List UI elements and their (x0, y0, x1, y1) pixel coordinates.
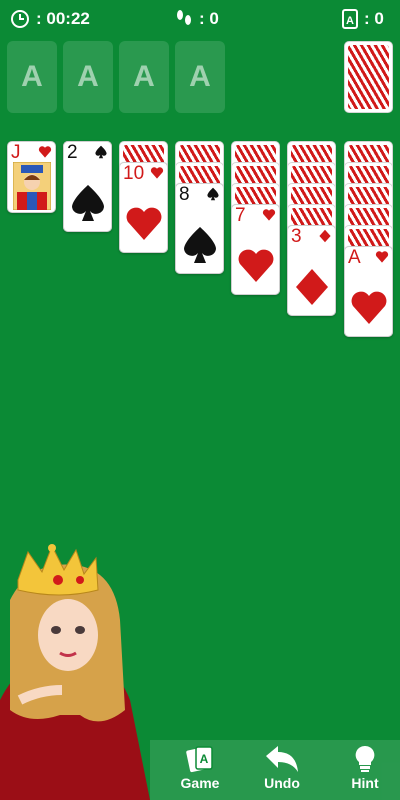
card-rank: A (348, 247, 361, 268)
heart-icon (150, 167, 164, 179)
card-10-hearts[interactable]: 10 (119, 162, 168, 253)
foundation-label: A (189, 60, 211, 93)
diamond-icon (295, 269, 328, 305)
heart-icon (238, 249, 273, 282)
footprints-icon (177, 10, 191, 25)
timer: : 00:22 (10, 6, 90, 32)
heart-icon (38, 146, 52, 158)
heart-icon (351, 291, 386, 324)
hint-label: Hint (351, 775, 379, 791)
foundation-slot-4[interactable]: A (175, 41, 225, 113)
svg-text:A: A (346, 15, 354, 27)
card-3-diamonds[interactable]: 3 (287, 225, 336, 316)
card-rank: 10 (123, 163, 145, 184)
spade-icon (183, 227, 216, 263)
queen-character-illustration (0, 544, 150, 800)
foundation-label: A (133, 60, 155, 93)
card-rank: 3 (291, 226, 302, 247)
foundation-slot-2[interactable]: A (63, 41, 113, 113)
foundation-label: A (21, 60, 43, 93)
timer-value: : 00:22 (36, 9, 90, 28)
game-label: Game (180, 775, 220, 791)
undo-label: Undo (264, 775, 300, 791)
heart-icon (126, 207, 161, 240)
card-rank: J (11, 142, 21, 163)
card-back-pattern (348, 45, 389, 109)
undo-button[interactable]: Undo (247, 740, 317, 800)
stock-pile[interactable] (344, 41, 393, 113)
foundation-slot-3[interactable]: A (119, 41, 169, 113)
foundation-slot-1[interactable]: A (7, 41, 57, 113)
cards-icon: A (186, 746, 213, 773)
card-rank: 8 (179, 184, 190, 205)
undo-arrow-icon (266, 746, 298, 772)
bottom-toolbar: A Game Undo Hint (150, 740, 400, 800)
spade-icon (95, 145, 107, 159)
foundation-label: A (77, 60, 99, 93)
card-8-spades[interactable]: 8 (175, 183, 224, 274)
diamond-icon (319, 229, 331, 243)
score-value: : 0 (364, 9, 384, 28)
score-counter: A : 0 (342, 6, 384, 32)
jack-portrait (13, 162, 51, 210)
card-ace-hearts[interactable]: A (344, 246, 393, 337)
lightbulb-icon (355, 745, 375, 772)
card-rank: 7 (235, 205, 246, 226)
clock-icon (11, 10, 29, 28)
heart-icon (262, 209, 276, 221)
game-button[interactable]: A Game (165, 740, 235, 800)
card-icon: A (342, 9, 358, 29)
moves-counter: : 0 (175, 6, 219, 32)
card-2-spades[interactable]: 2 (63, 141, 112, 232)
card-jack-hearts[interactable]: J (7, 141, 56, 213)
heart-icon (375, 251, 389, 263)
spade-icon (207, 187, 219, 201)
moves-value: : 0 (199, 9, 219, 28)
card-rank: 2 (67, 142, 78, 163)
hint-button[interactable]: Hint (330, 740, 400, 800)
card-7-hearts[interactable]: 7 (231, 204, 280, 295)
svg-text:A: A (200, 752, 209, 766)
spade-icon (71, 185, 104, 221)
